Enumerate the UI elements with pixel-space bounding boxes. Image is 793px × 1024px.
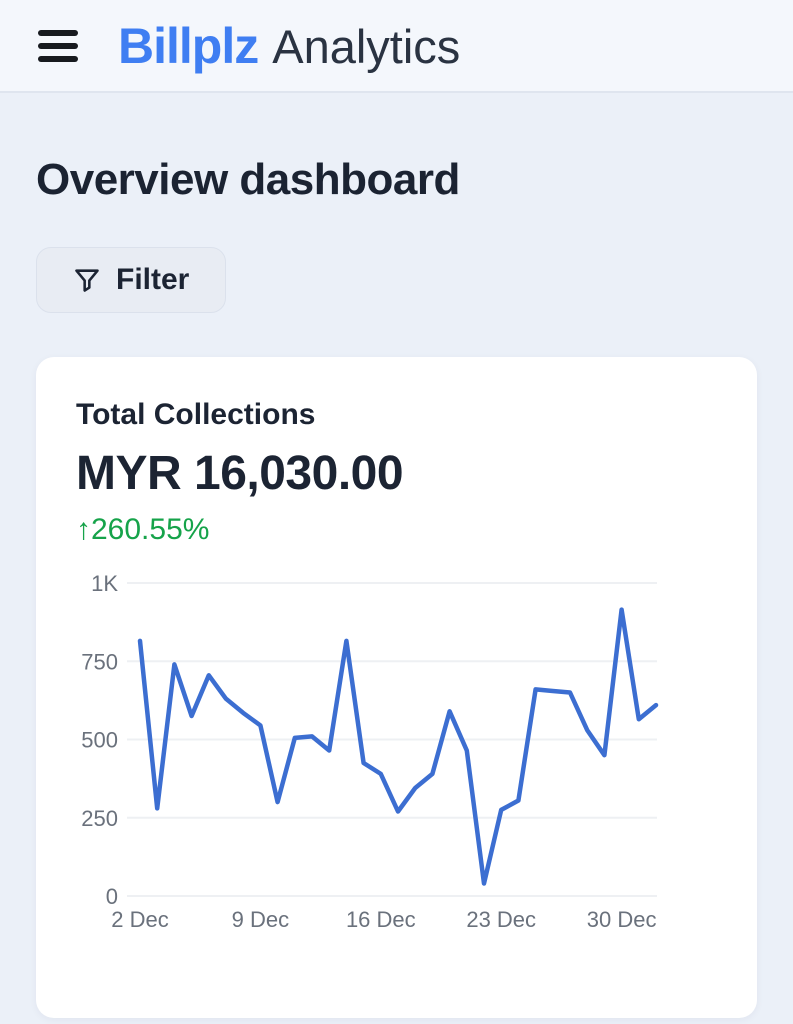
brand-name: Billplz — [118, 17, 258, 75]
svg-text:750: 750 — [81, 649, 118, 674]
svg-text:1K: 1K — [91, 571, 118, 596]
chart-wrap: 0 250 500 750 1K 2 Dec 9 Dec 16 Dec 23 Dec 30 Dec — [76, 561, 717, 939]
svg-text:9 Dec: 9 Dec — [232, 907, 289, 932]
app-name: Analytics — [272, 19, 460, 74]
card-title: Total Collections — [76, 398, 717, 432]
svg-text:0: 0 — [106, 884, 118, 909]
svg-text:2 Dec: 2 Dec — [111, 907, 168, 932]
up-arrow-icon: ↑ — [76, 513, 91, 547]
filter-button-label: Filter — [116, 263, 189, 297]
filter-button[interactable]: Filter — [36, 247, 226, 313]
delta-percentage: 260.55% — [91, 513, 209, 547]
app-header: Billplz Analytics — [0, 0, 793, 93]
svg-text:250: 250 — [81, 806, 118, 831]
delta-row: ↑260.55% — [76, 513, 717, 547]
brand-row: Billplz Analytics — [118, 17, 460, 75]
total-collections-amount: MYR 16,030.00 — [76, 446, 717, 501]
svg-text:16 Dec: 16 Dec — [346, 907, 416, 932]
hamburger-bar — [38, 43, 78, 49]
hamburger-bar — [38, 56, 78, 62]
hamburger-menu-icon[interactable] — [38, 30, 78, 62]
svg-text:23 Dec: 23 Dec — [466, 907, 536, 932]
page-title: Overview dashboard — [36, 155, 757, 205]
funnel-icon — [73, 266, 101, 294]
total-collections-card: Total Collections MYR 16,030.00 ↑260.55%… — [36, 357, 757, 1018]
main-content: Overview dashboard Filter Total Collecti… — [0, 155, 793, 1018]
svg-text:500: 500 — [81, 728, 118, 753]
collections-line-chart: 0 250 500 750 1K 2 Dec 9 Dec 16 Dec 23 Dec 30 Dec — [76, 561, 717, 939]
svg-text:30 Dec: 30 Dec — [587, 907, 657, 932]
hamburger-bar — [38, 30, 78, 36]
